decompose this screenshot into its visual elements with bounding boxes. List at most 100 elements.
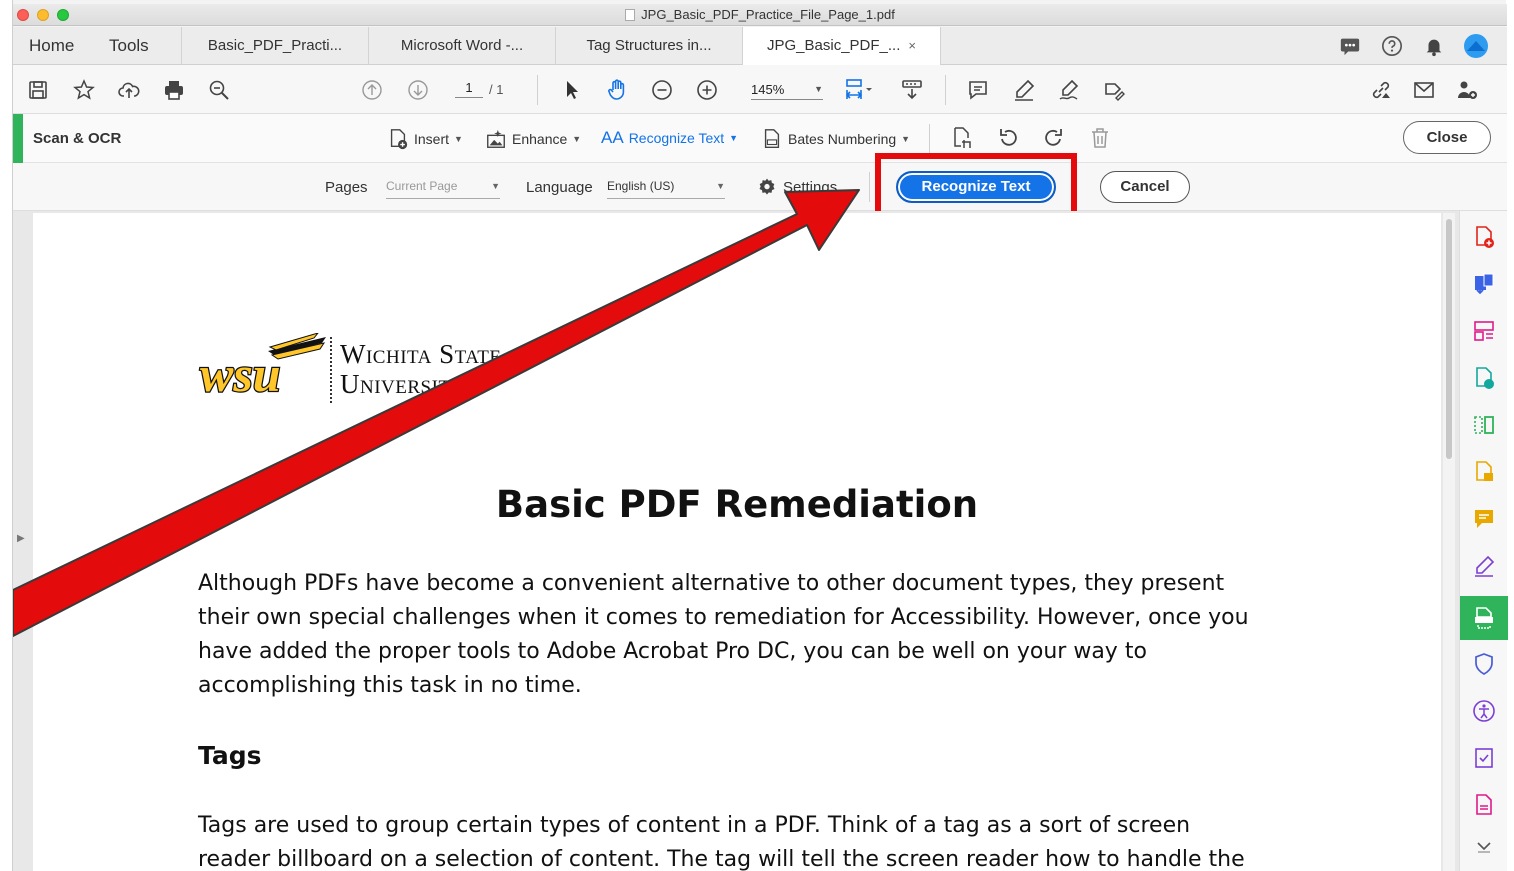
print-production-icon[interactable]: [1472, 793, 1496, 817]
fill-and-sign-icon[interactable]: [1472, 554, 1496, 578]
upload-cloud-icon[interactable]: [116, 77, 142, 103]
zoom-level-dropdown[interactable]: 145% ▼: [751, 82, 823, 100]
bookmark-star-icon[interactable]: [71, 77, 97, 103]
compare-files-icon[interactable]: [1472, 413, 1496, 437]
zoom-out-icon[interactable]: [649, 77, 675, 103]
bates-numbering-tool-button[interactable]: Bates Numbering ▼: [761, 128, 910, 150]
paragraph-line: Although PDFs have become a convenient a…: [198, 571, 1225, 596]
user-avatar-icon[interactable]: [1463, 33, 1489, 59]
tab-close-icon[interactable]: ×: [908, 38, 916, 53]
delete-trash-icon[interactable]: [1087, 125, 1113, 151]
chevron-down-icon: ▼: [729, 133, 739, 143]
pages-select[interactable]: Current Page ▼: [386, 179, 500, 199]
paragraph-line: accomplishing this task in no time.: [198, 673, 582, 698]
export-pdf-icon[interactable]: [1472, 272, 1496, 296]
settings-label: Settings: [783, 178, 838, 196]
email-icon[interactable]: [1411, 77, 1437, 103]
zoom-search-icon[interactable]: [206, 77, 232, 103]
vertical-scrollbar[interactable]: [1443, 213, 1455, 871]
insert-tool-button[interactable]: Insert ▼: [387, 128, 463, 150]
chat-icon[interactable]: [1339, 35, 1361, 57]
enhance-image-icon: [487, 129, 505, 148]
print-icon[interactable]: [161, 77, 187, 103]
tab-document-3[interactable]: Tag Structures in...: [555, 27, 742, 65]
svg-text:wsu: wsu: [200, 346, 281, 402]
add-user-icon[interactable]: [1454, 77, 1480, 103]
next-page-icon[interactable]: [405, 77, 431, 103]
logo-line-2: University: [340, 369, 465, 399]
scan-ocr-tool-icon[interactable]: [1460, 596, 1508, 640]
scrollbar-thumb[interactable]: [1446, 219, 1452, 459]
chevron-down-icon: ▼: [454, 134, 463, 144]
tab-label: Microsoft Word -...: [400, 37, 524, 54]
tools-link[interactable]: Tools: [109, 27, 149, 65]
more-tools-chevron-icon[interactable]: [1472, 837, 1496, 857]
previous-page-icon[interactable]: [359, 77, 385, 103]
zoom-window-button[interactable]: [57, 9, 69, 21]
prepare-form-icon[interactable]: [1472, 746, 1496, 770]
close-window-button[interactable]: [17, 9, 29, 21]
fill-sign-icon[interactable]: [1101, 77, 1127, 103]
comment-tool-icon[interactable]: [1472, 507, 1496, 531]
zoom-in-icon[interactable]: [694, 77, 720, 103]
tool-color-marker: [13, 114, 23, 163]
save-icon[interactable]: [25, 77, 51, 103]
tab-document-active[interactable]: JPG_Basic_PDF_... ×: [742, 27, 941, 66]
scrolling-mode-icon[interactable]: [899, 77, 925, 103]
recognize-text-tool-button[interactable]: AA Recognize Text ▼: [601, 128, 738, 148]
paragraph-line: have added the proper tools to Adobe Acr…: [198, 639, 1147, 664]
notifications-bell-icon[interactable]: [1423, 35, 1445, 57]
help-icon[interactable]: [1381, 35, 1403, 57]
toolbar-divider: [537, 75, 538, 105]
create-pdf-icon[interactable]: [1472, 225, 1496, 249]
crop-page-icon[interactable]: [949, 125, 975, 151]
logo-divider: [330, 337, 332, 403]
chevron-down-icon: ▼: [814, 84, 823, 94]
organize-pages-icon[interactable]: [1472, 319, 1496, 343]
insert-label: Insert: [414, 131, 450, 147]
minimize-window-button[interactable]: [37, 9, 49, 21]
language-select-value: English (US): [607, 179, 675, 193]
intro-paragraph: Although PDFs have become a convenient a…: [198, 567, 1288, 703]
recognize-text-button[interactable]: Recognize Text: [896, 171, 1056, 203]
settings-button[interactable]: Settings: [757, 177, 837, 197]
tool-title: Scan & OCR: [33, 130, 122, 147]
logo-wordmark: Wichita State University: [340, 339, 502, 399]
combine-files-icon[interactable]: [1472, 460, 1496, 484]
edit-pdf-icon[interactable]: [1472, 366, 1496, 390]
comment-icon[interactable]: [965, 77, 991, 103]
highlight-pen-icon[interactable]: [1011, 77, 1037, 103]
page-number-input[interactable]: 1: [455, 80, 483, 98]
tab-document-2[interactable]: Microsoft Word -...: [368, 27, 555, 65]
sign-pen-icon[interactable]: [1056, 77, 1082, 103]
document-viewer[interactable]: ▶ wsu Wichita State University Basic PDF…: [13, 211, 1508, 871]
home-link[interactable]: Home: [29, 27, 74, 65]
toolbar-divider: [929, 124, 930, 154]
select-cursor-icon[interactable]: [559, 77, 585, 103]
scan-ocr-toolbar: Scan & OCR Insert ▼ Enhance ▼ AA Recognize…: [13, 114, 1507, 163]
accessibility-icon[interactable]: [1472, 699, 1496, 723]
paragraph-line: Tags are used to group certain types of …: [198, 813, 1191, 838]
rotate-left-icon[interactable]: [995, 125, 1021, 151]
cancel-button[interactable]: Cancel: [1100, 171, 1190, 203]
hand-tool-icon[interactable]: [604, 77, 630, 103]
zoom-level-value: 145%: [751, 82, 785, 97]
pages-select-value: Current Page: [386, 179, 458, 193]
enhance-tool-button[interactable]: Enhance ▼: [485, 128, 581, 150]
share-link-icon[interactable]: [1368, 77, 1394, 103]
chevron-down-icon: ▼: [716, 181, 725, 191]
document-icon: [625, 9, 636, 21]
gear-icon: [759, 178, 775, 195]
wsu-logo: wsu Wichita State University: [198, 333, 538, 413]
toolbar-divider: [945, 75, 946, 105]
protect-shield-icon[interactable]: [1472, 652, 1496, 676]
page-total: / 1: [489, 82, 504, 97]
tab-document-1[interactable]: Basic_PDF_Practi...: [181, 27, 368, 65]
rotate-right-icon[interactable]: [1041, 125, 1067, 151]
fit-page-icon[interactable]: [841, 77, 877, 103]
expand-left-panel-icon[interactable]: ▶: [17, 533, 25, 544]
close-tool-button[interactable]: Close: [1403, 121, 1491, 154]
language-select[interactable]: English (US) ▼: [607, 179, 725, 199]
chevron-down-icon: ▼: [901, 134, 911, 144]
main-toolbar: 1 / 1 145% ▼: [13, 65, 1507, 114]
